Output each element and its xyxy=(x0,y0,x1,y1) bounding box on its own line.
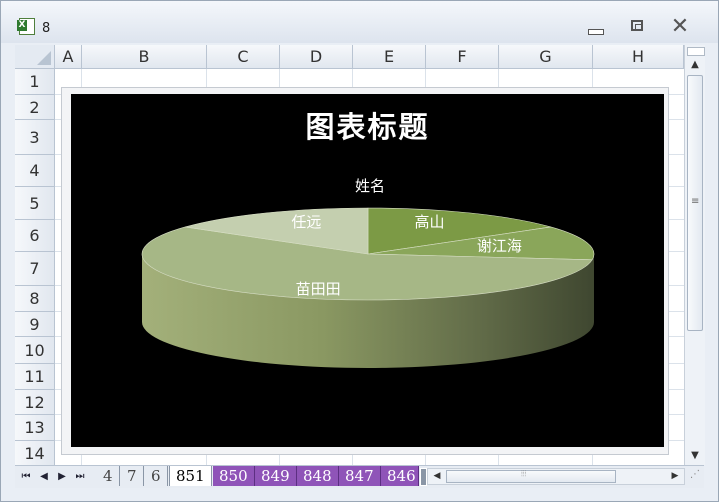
row-header-6[interactable]: 6 xyxy=(15,220,55,252)
sheet-tab-846[interactable]: 846 xyxy=(381,466,419,486)
minimize-button[interactable] xyxy=(584,17,606,37)
split-box[interactable] xyxy=(687,47,705,56)
scroll-right-arrow[interactable]: ▶ xyxy=(668,469,682,484)
sheet-tab-848[interactable]: 848 xyxy=(297,466,339,486)
data-label: 高山 xyxy=(415,213,445,231)
column-header-c[interactable]: C xyxy=(207,45,280,69)
sheet-tab-849[interactable]: 849 xyxy=(255,466,297,486)
maximize-button[interactable] xyxy=(627,17,649,37)
data-label: 苗田田 xyxy=(296,280,341,298)
last-sheet-button[interactable]: ⏭ xyxy=(71,468,89,486)
sheet-tab-850[interactable]: 850 xyxy=(213,466,255,486)
horizontal-scrollbar[interactable]: ◀ ▶ xyxy=(427,468,685,485)
sheet-tab-bar: ⏮ ◀ ▶ ⏭ 4 7 6 851 850 849 848 847 846 ◀ … xyxy=(15,465,704,488)
series-label: 姓名 xyxy=(355,177,385,195)
scroll-left-arrow[interactable]: ◀ xyxy=(430,469,444,484)
row-header-4[interactable]: 4 xyxy=(15,155,55,187)
sheet-tab-6[interactable]: 6 xyxy=(145,466,168,486)
next-sheet-button[interactable]: ▶ xyxy=(53,468,71,486)
data-label: 谢江海 xyxy=(477,237,522,255)
column-header-g[interactable]: G xyxy=(499,45,593,69)
tab-split-handle[interactable] xyxy=(420,468,427,486)
close-button[interactable]: ✕ xyxy=(669,16,691,38)
row-header-3[interactable]: 3 xyxy=(15,120,55,155)
row-header-12[interactable]: 12 xyxy=(15,390,55,415)
column-header-h[interactable]: H xyxy=(593,45,684,69)
scroll-up-arrow[interactable]: ▲ xyxy=(688,58,702,72)
vertical-scrollbar[interactable]: ▲ ▼ xyxy=(684,45,705,465)
resize-grip-icon[interactable]: ⋰ xyxy=(690,469,704,485)
row-header-11[interactable]: 11 xyxy=(15,364,55,390)
prev-sheet-button[interactable]: ◀ xyxy=(35,468,53,486)
vertical-scroll-thumb[interactable] xyxy=(687,75,703,331)
row-header-9[interactable]: 9 xyxy=(15,312,55,337)
excel-icon xyxy=(17,18,35,35)
pie-chart[interactable]: 图表标题 姓名 高山 谢江海 苗田田 任远 xyxy=(71,94,664,447)
select-all-button[interactable] xyxy=(15,45,55,69)
data-label: 任远 xyxy=(291,213,321,231)
row-header-13[interactable]: 13 xyxy=(15,415,55,441)
row-header-5[interactable]: 5 xyxy=(15,187,55,220)
title-bar: 8 ✕ xyxy=(1,1,718,43)
pie-chart-svg: 姓名 高山谢江海苗田田 任远 xyxy=(141,177,595,368)
column-header-d[interactable]: D xyxy=(280,45,353,69)
column-header-a[interactable]: A xyxy=(55,45,82,69)
sheet-tab-847[interactable]: 847 xyxy=(339,466,381,486)
sheet-tab-4[interactable]: 4 xyxy=(97,466,120,486)
first-sheet-button[interactable]: ⏮ xyxy=(17,468,35,486)
horizontal-scroll-thumb[interactable] xyxy=(446,469,616,483)
row-header-7[interactable]: 7 xyxy=(15,252,55,286)
row-header-8[interactable]: 8 xyxy=(15,286,55,312)
row-header-1[interactable]: 1 xyxy=(15,69,55,95)
excel-window: 8 ✕ A B C D E F G H 1 2 3 4 5 6 7 8 9 10… xyxy=(0,0,719,502)
sheet-tab-7[interactable]: 7 xyxy=(121,466,144,486)
row-header-14[interactable]: 14 xyxy=(15,441,55,465)
column-header-e[interactable]: E xyxy=(353,45,426,69)
row-header-10[interactable]: 10 xyxy=(15,337,55,364)
window-title: 8 xyxy=(42,21,51,36)
column-header-f[interactable]: F xyxy=(426,45,499,69)
row-header-2[interactable]: 2 xyxy=(15,95,55,120)
column-header-b[interactable]: B xyxy=(82,45,207,69)
sheet-tab-851[interactable]: 851 xyxy=(169,466,212,486)
scroll-down-arrow[interactable]: ▼ xyxy=(688,449,702,463)
